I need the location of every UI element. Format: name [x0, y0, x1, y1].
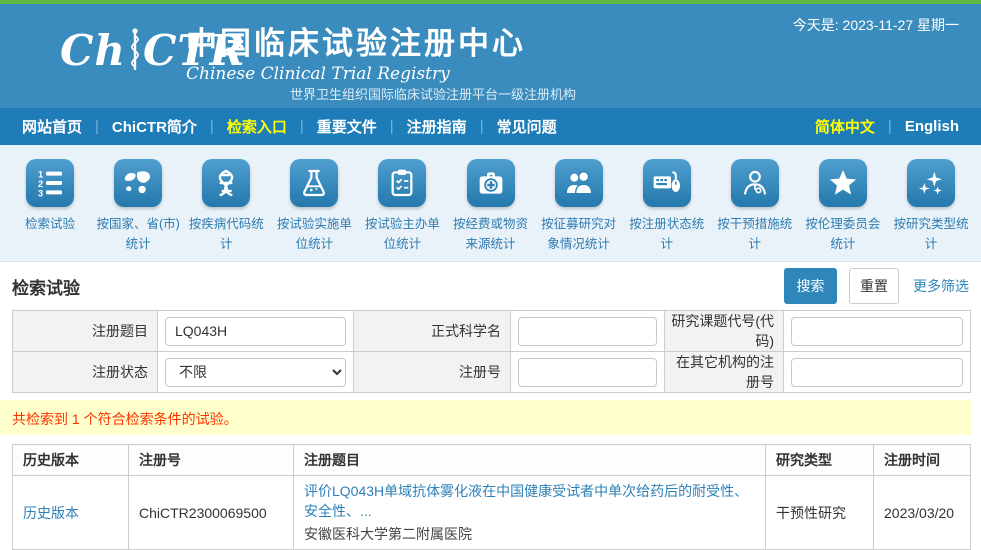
other-reg-number-input[interactable] — [791, 358, 963, 387]
keyboard-mouse-icon — [643, 159, 691, 207]
history-version-link[interactable]: 历史版本 — [23, 505, 79, 521]
stat-item-by-recruitment-subject[interactable]: 按征募研究对象情况统计 — [535, 157, 623, 261]
people-group-icon — [555, 159, 603, 207]
stat-item-by-registration-status[interactable]: 按注册状态统计 — [623, 157, 711, 261]
lang-english[interactable]: English — [905, 118, 959, 135]
nav-separator: | — [300, 118, 304, 135]
search-form: 注册题目 正式科学名 研究课题代号(代码) 注册状态 不限 注册号 在其它机构的… — [12, 310, 971, 393]
stat-item-by-implementing-unit[interactable]: 按试验实施单位统计 — [270, 157, 358, 261]
nav-separator: | — [210, 118, 214, 135]
reg-title-input[interactable] — [165, 317, 346, 346]
search-button[interactable]: 搜索 — [784, 268, 837, 304]
reg-status-select[interactable]: 不限 — [165, 358, 346, 387]
stat-label: 按疾病代码统计 — [184, 214, 268, 254]
site-title-block: 中国临床试验注册中心 Chinese Clinical Trial Regist… — [186, 18, 526, 84]
stat-label: 按经费或物资来源统计 — [449, 214, 533, 254]
trial-title-link[interactable]: 评价LQ043H单域抗体雾化液在中国健康受试者中单次给药后的耐受性、安全性、..… — [304, 483, 748, 519]
stat-label: 检索试验 — [8, 214, 92, 234]
nav-item-search-entry[interactable]: 检索入口 — [227, 116, 287, 137]
reg-date-cell: 2023/03/20 — [874, 476, 971, 550]
title-cell: 评价LQ043H单域抗体雾化液在中国健康受试者中单次给药后的耐受性、安全性、..… — [294, 476, 766, 550]
col-history-version: 历史版本 — [13, 445, 129, 476]
stat-item-by-ethics-committee[interactable]: 按伦理委员会统计 — [799, 157, 887, 261]
stat-label: 按征募研究对象情况统计 — [537, 214, 621, 254]
caduceus-icon — [128, 28, 142, 72]
nav-separator: | — [480, 118, 484, 135]
search-header-bar: 检索试验 搜索 重置 更多筛选 — [0, 262, 981, 310]
nav-separator: | — [95, 118, 99, 135]
reg-number-cell: ChiCTR2300069500 — [129, 476, 294, 550]
project-code-label: 研究课题代号(代码) — [665, 311, 784, 352]
star-icon — [819, 159, 867, 207]
stat-label: 按国家、省(市) 统计 — [96, 214, 180, 254]
col-reg-date: 注册时间 — [874, 445, 971, 476]
nav-separator: | — [888, 118, 892, 135]
trial-organization: 安徽医科大学第二附属医院 — [304, 524, 755, 544]
dna-icon — [202, 159, 250, 207]
stat-label: 按注册状态统计 — [625, 214, 709, 254]
stat-label: 按试验主办单位统计 — [360, 214, 444, 254]
lang-simplified-chinese[interactable]: 简体中文 — [815, 116, 875, 137]
stat-item-by-intervention[interactable]: 按干预措施统计 — [711, 157, 799, 261]
stat-item-search-trials[interactable]: 123 检索试验 — [6, 157, 94, 261]
world-map-icon — [114, 159, 162, 207]
doctor-icon — [731, 159, 779, 207]
reset-button[interactable]: 重置 — [849, 268, 899, 304]
main-nav: 网站首页 | ChiCTR简介 | 检索入口 | 重要文件 | 注册指南 | 常… — [0, 108, 981, 145]
nav-separator: | — [390, 118, 394, 135]
reg-title-label: 注册题目 — [13, 311, 158, 352]
reg-number-input[interactable] — [518, 358, 657, 387]
table-header-row: 历史版本 注册号 注册题目 研究类型 注册时间 — [13, 445, 971, 476]
stat-item-by-study-type[interactable]: 按研究类型统计 — [887, 157, 975, 261]
project-code-input[interactable] — [791, 317, 963, 346]
site-title-en: Chinese Clinical Trial Registry — [186, 64, 526, 84]
results-table: 历史版本 注册号 注册题目 研究类型 注册时间 历史版本 ChiCTR23000… — [12, 444, 971, 550]
reg-status-label: 注册状态 — [13, 352, 158, 393]
other-reg-number-label: 在其它机构的注册号 — [665, 352, 784, 393]
col-reg-number: 注册号 — [129, 445, 294, 476]
page-title: 检索试验 — [12, 274, 80, 299]
result-count-message: 共检索到 1 个符合检索条件的试验。 — [0, 400, 971, 435]
reg-number-label: 注册号 — [354, 352, 511, 393]
flask-icon — [290, 159, 338, 207]
numbered-list-icon: 123 — [26, 159, 74, 207]
logo-text-left: Ch — [60, 30, 126, 72]
site-header: Ch CTR 中国临床试验注册中心 Chinese Clinical Trial… — [0, 4, 981, 108]
svg-text:3: 3 — [38, 188, 43, 198]
site-title-zh: 中国临床试验注册中心 — [186, 18, 526, 63]
table-row: 历史版本 ChiCTR2300069500 评价LQ043H单域抗体雾化液在中国… — [13, 476, 971, 550]
col-study-type: 研究类型 — [766, 445, 874, 476]
scientific-name-label: 正式科学名 — [354, 311, 511, 352]
nav-item-faq[interactable]: 常见问题 — [497, 116, 557, 137]
stat-item-by-sponsor-unit[interactable]: 按试验主办单位统计 — [358, 157, 446, 261]
col-reg-title: 注册题目 — [294, 445, 766, 476]
stats-toolbar: 123 检索试验 按国家、省(市) 统计 按疾病代码统计 按试验实施单位统计 按… — [0, 145, 981, 262]
stat-label: 按干预措施统计 — [713, 214, 797, 254]
nav-item-about[interactable]: ChiCTR简介 — [112, 116, 197, 137]
clipboard-icon — [378, 159, 426, 207]
stat-label: 按伦理委员会统计 — [801, 214, 885, 254]
stat-item-by-disease-code[interactable]: 按疾病代码统计 — [182, 157, 270, 261]
language-switcher: 简体中文 | English — [815, 116, 959, 137]
stat-item-by-country-province[interactable]: 按国家、省(市) 统计 — [94, 157, 182, 261]
scientific-name-input[interactable] — [518, 317, 657, 346]
stat-item-by-funding-source[interactable]: 按经费或物资来源统计 — [446, 157, 534, 261]
site-subtitle: 世界卫生组织国际临床试验注册平台一级注册机构 — [290, 84, 576, 103]
medical-kit-icon — [467, 159, 515, 207]
stat-label: 按研究类型统计 — [889, 214, 973, 254]
nav-item-guide[interactable]: 注册指南 — [407, 116, 467, 137]
nav-item-home[interactable]: 网站首页 — [22, 116, 82, 137]
more-filters-link[interactable]: 更多筛选 — [913, 276, 969, 296]
search-actions: 搜索 重置 更多筛选 — [784, 268, 969, 304]
current-date: 今天是: 2023-11-27 星期一 — [793, 15, 959, 35]
sparkles-icon — [907, 159, 955, 207]
stat-label: 按试验实施单位统计 — [272, 214, 356, 254]
nav-item-documents[interactable]: 重要文件 — [317, 116, 377, 137]
study-type-cell: 干预性研究 — [766, 476, 874, 550]
